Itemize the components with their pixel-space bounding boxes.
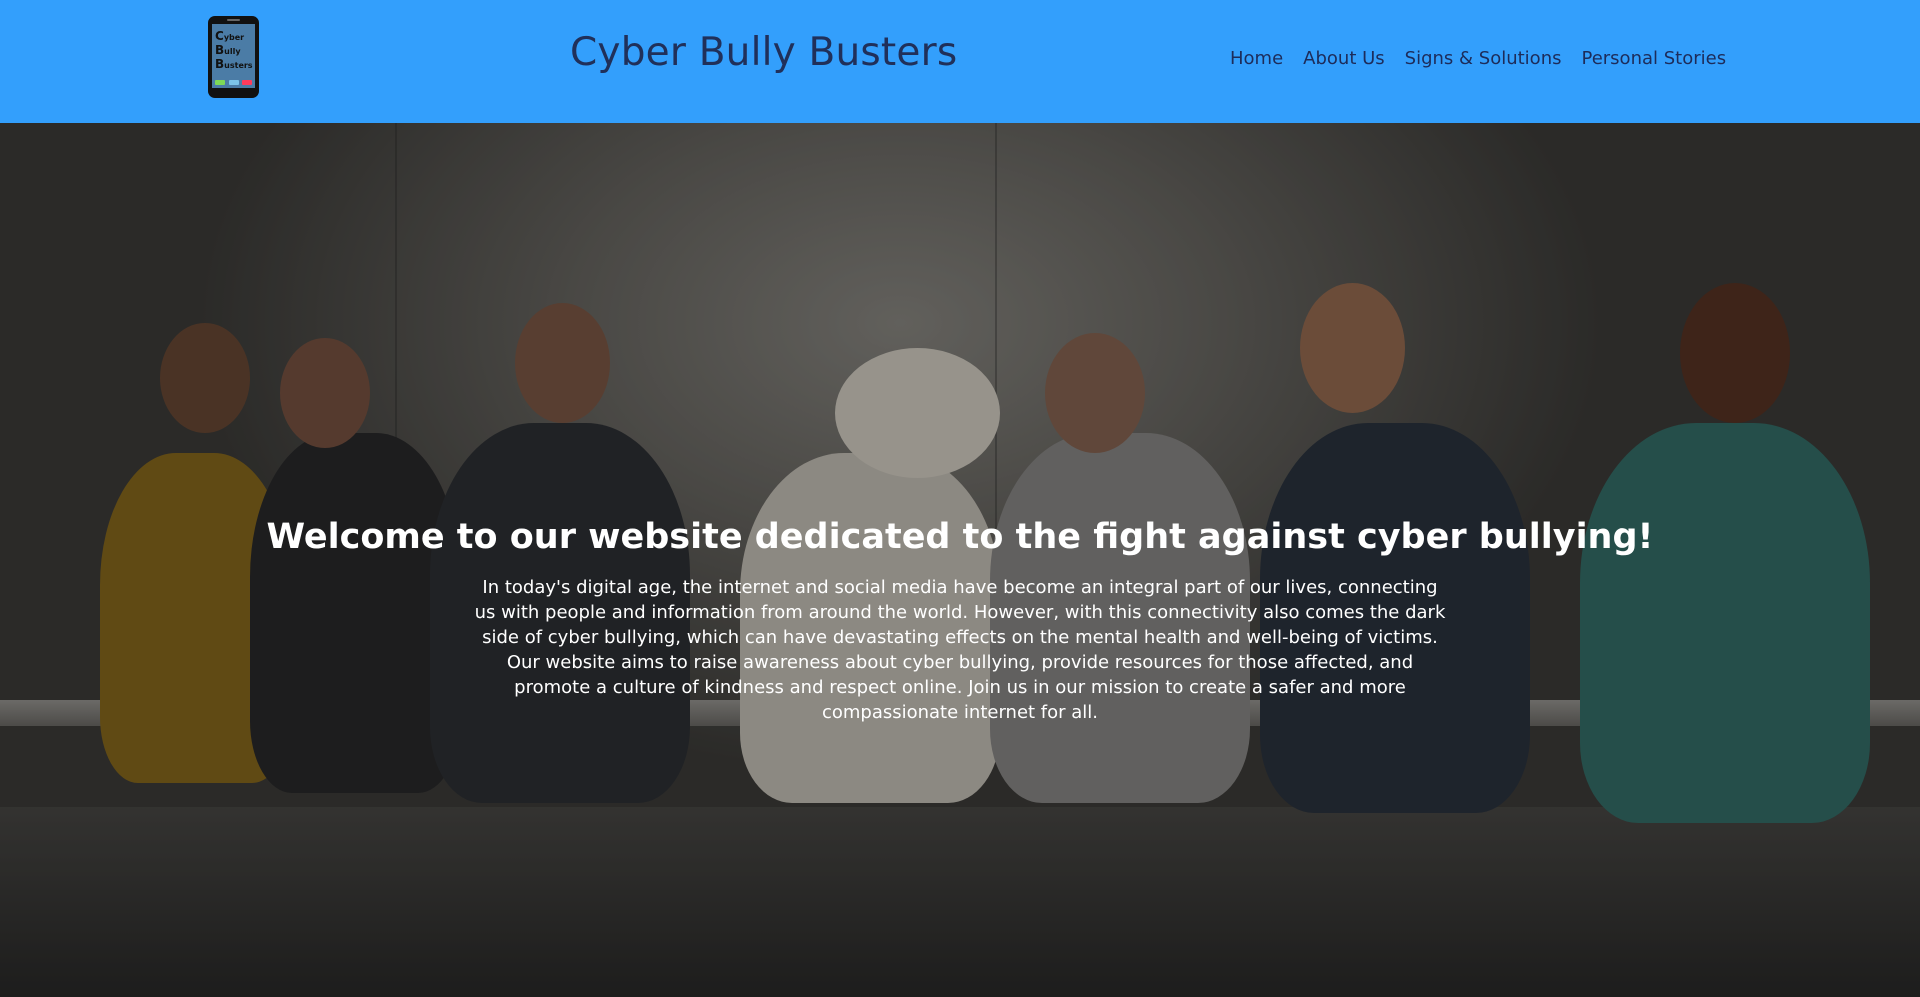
logo-red-button — [242, 80, 252, 85]
logo-screen: Cyber Bully Busters — [212, 24, 255, 88]
nav-home[interactable]: Home — [1230, 48, 1283, 69]
logo-green-button — [215, 80, 225, 85]
nav-personal-stories[interactable]: Personal Stories — [1581, 48, 1726, 69]
main-nav: Home About Us Signs & Solutions Personal… — [1230, 48, 1726, 69]
site-title: Cyber Bully Busters — [570, 30, 958, 75]
phone-logo-icon[interactable]: Cyber Bully Busters — [208, 16, 259, 98]
logo-line: Cyber — [215, 29, 245, 43]
logo-line: Bully — [215, 43, 241, 57]
nav-about-us[interactable]: About Us — [1303, 48, 1385, 69]
logo-line: Busters — [215, 57, 253, 71]
logo-speaker — [227, 19, 240, 21]
hero-heading: Welcome to our website dedicated to the … — [266, 517, 1654, 557]
hero-description: In today's digital age, the internet and… — [474, 577, 1446, 723]
site-header: Cyber Bully Busters Cyber Bully Busters … — [0, 0, 1920, 123]
nav-signs-solutions[interactable]: Signs & Solutions — [1405, 48, 1562, 69]
hero-dark-overlay — [0, 123, 1920, 997]
hero-section: Welcome to our website dedicated to the … — [0, 123, 1920, 997]
logo-buttons — [215, 80, 252, 85]
logo-blue-button — [228, 80, 239, 85]
